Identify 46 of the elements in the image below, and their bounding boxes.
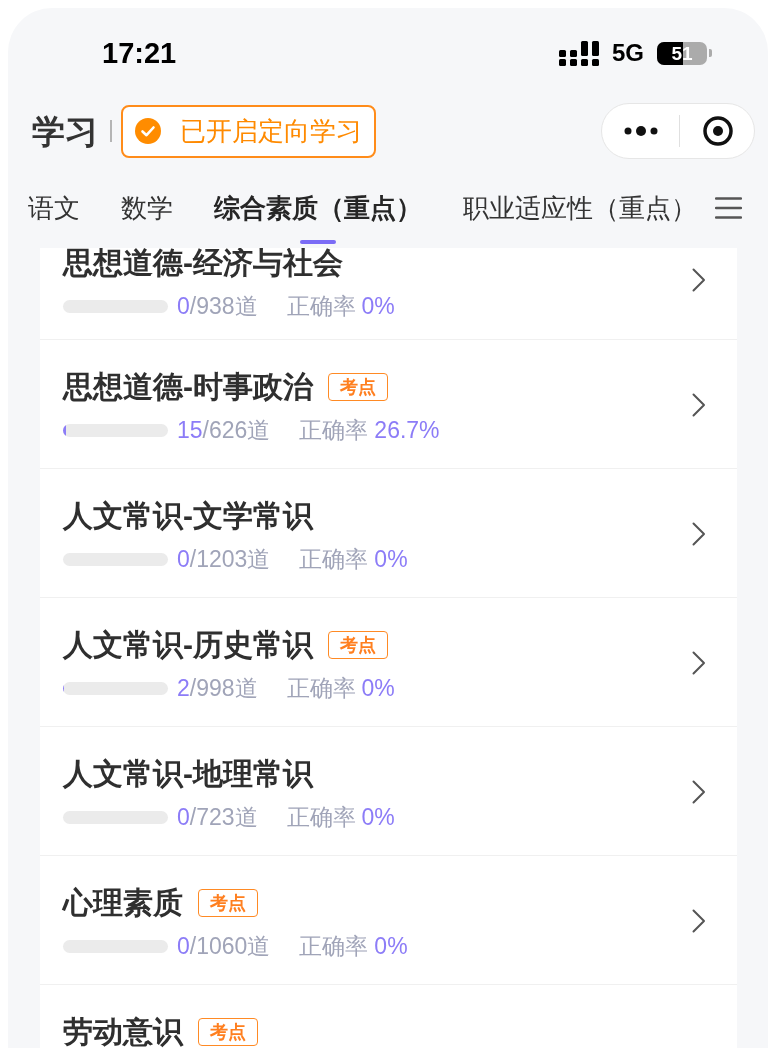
topic-row[interactable]: 劳动意识 考点 <box>40 985 737 1048</box>
key-point-tag: 考点 <box>328 373 388 401</box>
topic-row[interactable]: 人文常识-地理常识 0/723道 正确率 0% <box>40 727 737 856</box>
chevron-right-icon <box>692 393 706 417</box>
chevron-right-icon <box>692 522 706 546</box>
key-point-tag: 考点 <box>328 631 388 659</box>
topic-row[interactable]: 思想道德-时事政治 考点 15/626道 正确率 26.7% <box>40 340 737 469</box>
topic-title: 思想道德-时事政治 <box>63 372 313 402</box>
topic-title: 劳动意识 <box>63 1017 183 1047</box>
menu-icon[interactable] <box>715 196 742 220</box>
accuracy-text: 正确率 0% <box>299 547 408 571</box>
accuracy-text: 正确率 0% <box>299 934 408 958</box>
subject-tab[interactable]: 数学 <box>121 185 173 244</box>
more-icon[interactable] <box>624 126 658 136</box>
question-count: 0/1203道 <box>177 547 271 571</box>
topic-title: 人文常识-文学常识 <box>63 501 313 531</box>
topic-row[interactable]: 人文常识-文学常识 0/1203道 正确率 0% <box>40 469 737 598</box>
chevron-right-icon <box>692 651 706 675</box>
chevron-right-icon <box>692 780 706 804</box>
accuracy-text: 正确率 26.7% <box>299 418 440 442</box>
topic-row[interactable]: 心理素质 考点 0/1060道 正确率 0% <box>40 856 737 985</box>
subject-tab[interactable]: 综合素质（重点） <box>214 185 422 244</box>
accuracy-text: 正确率 0% <box>286 676 395 700</box>
topic-title: 人文常识-地理常识 <box>63 759 313 789</box>
signal-icon <box>559 40 599 66</box>
subject-tab[interactable]: 职业适应性（重点） <box>463 185 697 244</box>
check-circle-icon <box>135 118 161 144</box>
chevron-right-icon <box>692 268 706 292</box>
chevron-right-icon <box>692 909 706 933</box>
question-count: 0/938道 <box>177 294 258 318</box>
question-count: 15/626道 <box>177 418 271 442</box>
question-count: 0/1060道 <box>177 934 271 958</box>
key-point-tag: 考点 <box>198 889 258 917</box>
network-type: 5G <box>612 41 644 65</box>
topic-row[interactable]: 人文常识-历史常识 考点 2/998道 正确率 0% <box>40 598 737 727</box>
target-icon[interactable] <box>703 116 733 146</box>
topic-title: 人文常识-历史常识 <box>63 630 313 660</box>
question-count: 0/723道 <box>177 805 258 829</box>
topic-title: 心理素质 <box>63 888 183 918</box>
subject-tab[interactable]: 语文 <box>28 185 80 244</box>
status-time: 17:21 <box>102 38 177 68</box>
accuracy-text: 正确率 0% <box>286 805 395 829</box>
question-count: 2/998道 <box>177 676 258 700</box>
accuracy-text: 正确率 0% <box>286 294 395 318</box>
page-title: 学习 <box>32 114 98 148</box>
key-point-tag: 考点 <box>198 1018 258 1046</box>
